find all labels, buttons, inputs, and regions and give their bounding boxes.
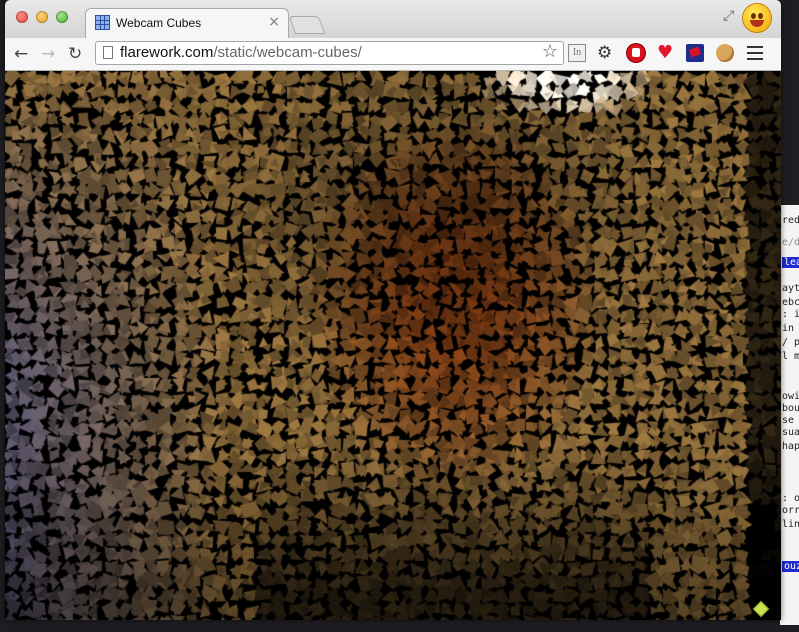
- url-host: flarework.com: [120, 44, 214, 61]
- editor-text-line: se y: [782, 415, 799, 426]
- editor-text-line: bout: [782, 403, 799, 414]
- new-tab-button[interactable]: [288, 16, 326, 34]
- url-path: /static/webcam-cubes/: [213, 44, 362, 61]
- editor-text-line: / pe: [782, 337, 799, 348]
- editor-text-line: owir: [782, 391, 799, 402]
- editor-text-line: leas: [782, 257, 799, 268]
- editor-text-line: red: [782, 215, 799, 226]
- editor-text-line: in: [782, 323, 795, 334]
- tab-close-icon[interactable]: ×: [268, 14, 280, 30]
- reload-button[interactable]: ↻: [68, 44, 82, 64]
- settings-gear-icon[interactable]: ⚙: [597, 44, 615, 62]
- instapaper-icon[interactable]: In: [568, 44, 586, 62]
- editor-text-line: : or: [782, 493, 799, 504]
- address-bar[interactable]: flarework.com/static/webcam-cubes/ ☆: [95, 41, 564, 65]
- back-button[interactable]: ←: [14, 44, 28, 64]
- browser-toolbar: ← → ↻ flarework.com/static/webcam-cubes/…: [5, 38, 781, 71]
- editor-text-line: happ: [782, 441, 799, 452]
- bookmark-star-icon[interactable]: ☆: [542, 41, 558, 62]
- editor-text-line: l me: [782, 351, 799, 362]
- flag-icon[interactable]: [686, 44, 704, 62]
- grid-favicon-icon: [95, 15, 110, 30]
- window-close-button[interactable]: [16, 11, 28, 23]
- editor-text-line: : ir: [782, 309, 799, 320]
- avatar-mouth: [750, 20, 764, 27]
- editor-text-line: sual: [782, 427, 799, 438]
- fullscreen-icon[interactable]: ⤢: [723, 8, 734, 24]
- editor-text-line: ouzz: [782, 561, 799, 572]
- editor-text-line: ling: [782, 519, 799, 530]
- adblock-icon[interactable]: [627, 44, 645, 62]
- tab-webcam-cubes[interactable]: Webcam Cubes ×: [85, 8, 289, 38]
- editor-text-line: ebco: [782, 297, 799, 308]
- editor-text-line: orry: [782, 505, 799, 516]
- avatar-eye: [758, 13, 763, 19]
- forward-button[interactable]: →: [41, 44, 55, 64]
- window-zoom-button[interactable]: [56, 11, 68, 23]
- profile-avatar[interactable]: [743, 4, 771, 32]
- webcam-cubes-canvas[interactable]: [5, 71, 781, 620]
- tab-strip: Webcam Cubes × ⤢: [5, 0, 781, 38]
- heart-icon[interactable]: ♥: [657, 44, 675, 62]
- menu-icon[interactable]: [747, 46, 763, 60]
- background-editor-window[interactable]: red e/d leas ayth ebco: ir in / pe l me owirbout…: [780, 205, 799, 625]
- editor-text-line: ayth: [782, 283, 799, 294]
- page-icon: [103, 46, 113, 59]
- editor-text-line: e/d: [782, 237, 799, 248]
- url-text[interactable]: flarework.com/static/webcam-cubes/: [120, 44, 362, 61]
- window-minimize-button[interactable]: [36, 11, 48, 23]
- cookie-icon[interactable]: [716, 44, 734, 62]
- browser-window: Webcam Cubes × ⤢ ← → ↻ flarework.com/sta…: [5, 0, 781, 620]
- tab-title: Webcam Cubes: [116, 16, 202, 30]
- avatar-eye: [751, 13, 756, 19]
